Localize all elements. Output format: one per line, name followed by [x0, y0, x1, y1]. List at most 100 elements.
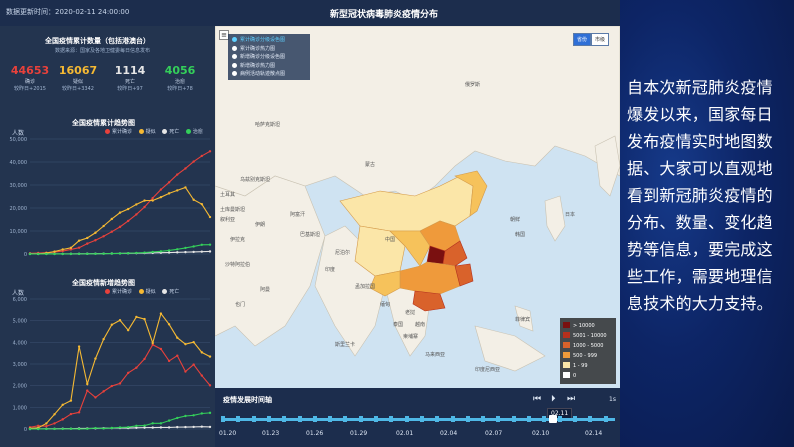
data-point[interactable] — [200, 202, 204, 206]
timeline-tick[interactable] — [419, 416, 424, 422]
timeline-tick[interactable] — [343, 416, 348, 422]
data-point[interactable] — [110, 252, 114, 255]
data-point[interactable] — [77, 252, 81, 256]
data-point[interactable] — [126, 371, 130, 375]
data-point[interactable] — [102, 252, 105, 255]
data-point[interactable] — [86, 242, 89, 245]
data-point[interactable] — [184, 186, 187, 189]
data-point[interactable] — [151, 199, 154, 202]
data-point[interactable] — [176, 251, 179, 254]
timeline-tick[interactable] — [221, 416, 225, 422]
data-point[interactable] — [45, 427, 48, 431]
timeline-tick[interactable] — [557, 416, 562, 422]
data-point[interactable] — [118, 252, 122, 255]
date-label[interactable]: 01.23 — [262, 430, 279, 437]
timeline-tick[interactable] — [297, 416, 302, 422]
data-point[interactable] — [36, 424, 40, 427]
data-point[interactable] — [184, 246, 187, 250]
data-point[interactable] — [143, 357, 146, 361]
data-point[interactable] — [102, 427, 105, 430]
layer-option[interactable]: 累计确诊热力图 — [232, 45, 306, 54]
data-point[interactable] — [200, 374, 204, 377]
timeline-tick[interactable] — [542, 416, 547, 422]
data-point[interactable] — [102, 337, 105, 341]
data-point[interactable] — [167, 192, 171, 195]
data-point[interactable] — [86, 236, 89, 240]
data-point[interactable] — [135, 424, 138, 428]
data-point[interactable] — [167, 359, 171, 363]
data-point[interactable] — [184, 425, 187, 429]
timeline-tick[interactable] — [358, 416, 363, 422]
data-point[interactable] — [102, 224, 105, 228]
speed-selector[interactable]: 1s — [609, 396, 616, 403]
data-point[interactable] — [151, 426, 154, 429]
data-point[interactable] — [167, 181, 171, 184]
province-level-button[interactable]: 省份 — [573, 33, 592, 46]
data-point[interactable] — [126, 252, 130, 255]
data-point[interactable] — [118, 211, 122, 214]
data-point[interactable] — [36, 252, 40, 256]
data-point[interactable] — [69, 399, 73, 402]
timeline-tick[interactable] — [435, 416, 440, 422]
data-point[interactable] — [184, 414, 187, 418]
timeline-tick[interactable] — [374, 416, 378, 422]
data-point[interactable] — [53, 250, 56, 253]
data-point[interactable] — [167, 323, 171, 326]
data-point[interactable] — [208, 243, 212, 246]
timeline-tick[interactable] — [572, 416, 577, 422]
data-point[interactable] — [94, 396, 97, 399]
timeline-tick[interactable] — [465, 416, 470, 422]
data-point[interactable] — [135, 366, 138, 369]
data-point[interactable] — [184, 167, 187, 170]
data-point[interactable] — [77, 411, 81, 414]
data-point[interactable] — [61, 427, 64, 431]
data-point[interactable] — [167, 419, 171, 422]
data-point[interactable] — [126, 425, 130, 429]
data-point[interactable] — [159, 250, 163, 253]
data-point[interactable] — [77, 239, 81, 242]
data-point[interactable] — [102, 390, 105, 393]
data-point[interactable] — [110, 384, 114, 388]
date-label[interactable]: 02.04 — [440, 430, 457, 437]
data-point[interactable] — [159, 195, 163, 199]
data-point[interactable] — [86, 427, 89, 431]
city-level-button[interactable]: 市级 — [591, 33, 610, 46]
data-point[interactable] — [110, 230, 114, 233]
data-point[interactable] — [159, 422, 163, 425]
data-point[interactable] — [118, 319, 122, 322]
data-point[interactable] — [208, 384, 212, 387]
timeline-tick[interactable] — [236, 416, 241, 422]
data-point[interactable] — [36, 427, 40, 431]
data-point[interactable] — [208, 355, 212, 358]
data-point[interactable] — [135, 251, 138, 255]
data-point[interactable] — [94, 231, 97, 234]
data-point[interactable] — [208, 215, 212, 219]
layer-option[interactable]: 新增确诊分级设色图 — [232, 53, 306, 62]
layer-option[interactable]: 累计确诊分级设色图 — [232, 36, 306, 45]
data-point[interactable] — [110, 426, 114, 430]
prev-icon[interactable]: ⏮ — [533, 394, 541, 404]
layer-option[interactable]: 病例活动轨迹散点图 — [232, 70, 306, 79]
data-point[interactable] — [151, 196, 154, 200]
data-point[interactable] — [61, 252, 64, 256]
data-point[interactable] — [118, 382, 122, 385]
data-point[interactable] — [184, 342, 187, 346]
data-point[interactable] — [53, 422, 56, 425]
data-point[interactable] — [69, 246, 73, 250]
data-point[interactable] — [135, 203, 138, 206]
data-point[interactable] — [126, 328, 130, 332]
data-point[interactable] — [200, 412, 204, 415]
data-point[interactable] — [94, 426, 97, 430]
data-point[interactable] — [208, 250, 212, 253]
data-point[interactable] — [77, 345, 81, 348]
data-point[interactable] — [110, 217, 114, 221]
data-point[interactable] — [184, 370, 187, 373]
data-point[interactable] — [86, 382, 89, 386]
data-point[interactable] — [143, 199, 146, 202]
data-point[interactable] — [192, 198, 195, 201]
data-point[interactable] — [53, 413, 56, 416]
data-point[interactable] — [143, 205, 146, 209]
data-point[interactable] — [151, 341, 154, 345]
play-icon[interactable]: ⏵ — [551, 394, 556, 404]
data-point[interactable] — [94, 252, 97, 255]
